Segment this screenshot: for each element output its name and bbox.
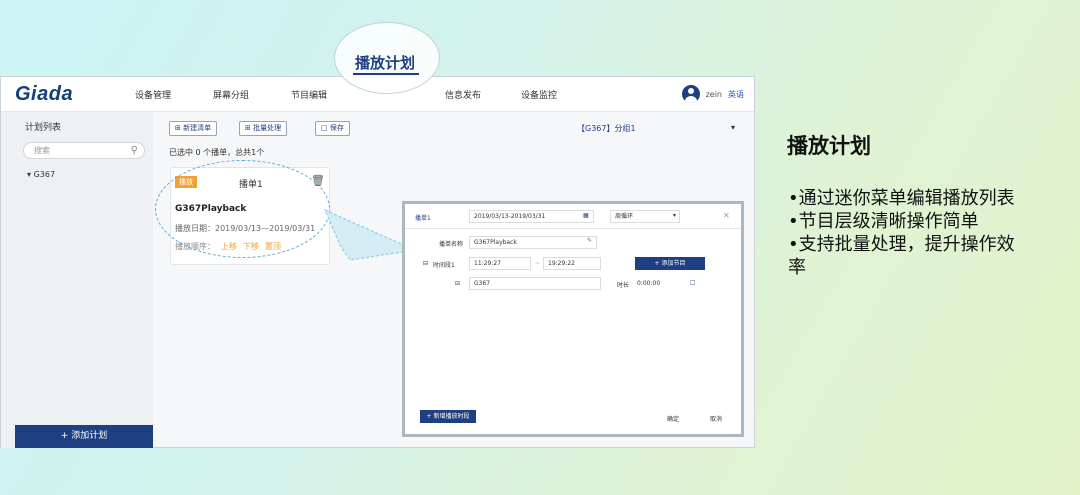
new-list-button[interactable]: ⊞ 新建清单 <box>169 121 218 136</box>
selected-info: 已选中 0 个播单，总共1个 <box>169 148 265 157</box>
date-range-field[interactable]: 2019/03/13-2019/03/31 <box>469 210 594 223</box>
batch-icon: ⊞ <box>245 124 251 132</box>
collapse-icon[interactable]: ⊟ <box>423 260 428 267</box>
duration-label: 时长 <box>617 282 630 289</box>
playlist-dialog: 播单1 2019/03/13-2019/03/31 ▦ 周循环 ▾ ✕ 播单名称… <box>402 201 744 437</box>
time-separator: ~ <box>535 260 541 267</box>
search-input[interactable]: 搜索 ⚲ <box>23 142 145 159</box>
save-button[interactable]: □ 保存 <box>315 121 350 136</box>
sidebar-title: 计划列表 <box>25 123 62 133</box>
save-icon: □ <box>321 124 328 132</box>
search-placeholder: 搜索 <box>34 146 50 155</box>
caret-down-icon: ▾ <box>27 170 32 179</box>
callout-underline <box>353 73 419 75</box>
time-end-field[interactable]: 19:29:22 <box>543 257 601 270</box>
group-select[interactable]: 【G367】分组1 <box>577 123 636 134</box>
name-label: 播单名称 <box>439 241 464 248</box>
program-select[interactable]: G367 <box>469 277 601 290</box>
language-toggle[interactable]: 英语 <box>728 89 744 100</box>
dialog-header: 播单1 2019/03/13-2019/03/31 ▦ 周循环 ▾ ✕ <box>405 204 741 229</box>
search-icon[interactable]: ⚲ <box>131 143 138 158</box>
nav-device-monitor[interactable]: 设备监控 <box>521 88 557 101</box>
add-timeslot-button[interactable]: + 新增播放时段 <box>420 410 476 423</box>
bullet-1: •通过迷你菜单编辑播放列表 <box>788 188 1015 209</box>
callout-title: 播放计划 <box>355 54 416 72</box>
program-expand-icon[interactable]: ⊟ <box>455 280 460 287</box>
edit-icon[interactable]: ✎ <box>587 237 592 244</box>
batch-button[interactable]: ⊞ 批量处理 <box>239 121 288 136</box>
add-plan-button[interactable]: + 添加计划 <box>15 425 153 448</box>
mode-select[interactable]: 周循环 <box>610 210 680 223</box>
nav-screen-group[interactable]: 屏幕分组 <box>213 88 249 101</box>
cancel-button[interactable]: 取消 <box>710 414 722 423</box>
dialog-tab[interactable]: 播单1 <box>415 213 431 222</box>
avatar-icon[interactable] <box>681 85 700 103</box>
nav-program-edit[interactable]: 节目编辑 <box>291 88 327 101</box>
user-name: zein <box>705 89 722 99</box>
feature-title: 播放计划 <box>787 134 871 158</box>
duration-icon[interactable]: □ <box>690 279 696 286</box>
sidebar: 计划列表 搜索 ⚲ ▾ G367 + 添加计划 <box>1 112 153 448</box>
giada-logo: Giada <box>15 83 74 105</box>
duration-value: 0:00:00 <box>637 280 661 287</box>
nav-device-management[interactable]: 设备管理 <box>135 88 171 101</box>
close-icon[interactable]: ✕ <box>723 211 730 220</box>
chevron-down-icon[interactable]: ▾ <box>731 123 735 132</box>
bullet-3: •支持批量处理，提升操作效率 <box>788 234 1015 278</box>
highlight-ellipse <box>155 160 330 258</box>
ok-button[interactable]: 确定 <box>667 414 679 423</box>
nav-info-publish[interactable]: 信息发布 <box>445 88 481 101</box>
feature-bullets: •通过迷你菜单编辑播放列表 •节目层级清晰操作简单 •支持批量处理，提升操作效率 <box>788 187 1020 279</box>
calendar-icon[interactable]: ▦ <box>583 212 589 219</box>
time-start-field[interactable]: 11:29:27 <box>469 257 531 270</box>
name-field[interactable]: G367Playback <box>469 236 597 249</box>
tree-item-g367[interactable]: ▾ G367 <box>27 170 55 179</box>
plus-icon: ⊞ <box>175 124 181 132</box>
user-area[interactable]: zein 英语 <box>681 85 744 103</box>
mode-chevron-icon: ▾ <box>673 212 677 219</box>
time-label: 时间段1 <box>433 262 455 269</box>
add-program-button[interactable]: + 添加节目 <box>635 257 705 270</box>
bullet-2: •节目层级清晰操作简单 <box>788 211 979 232</box>
